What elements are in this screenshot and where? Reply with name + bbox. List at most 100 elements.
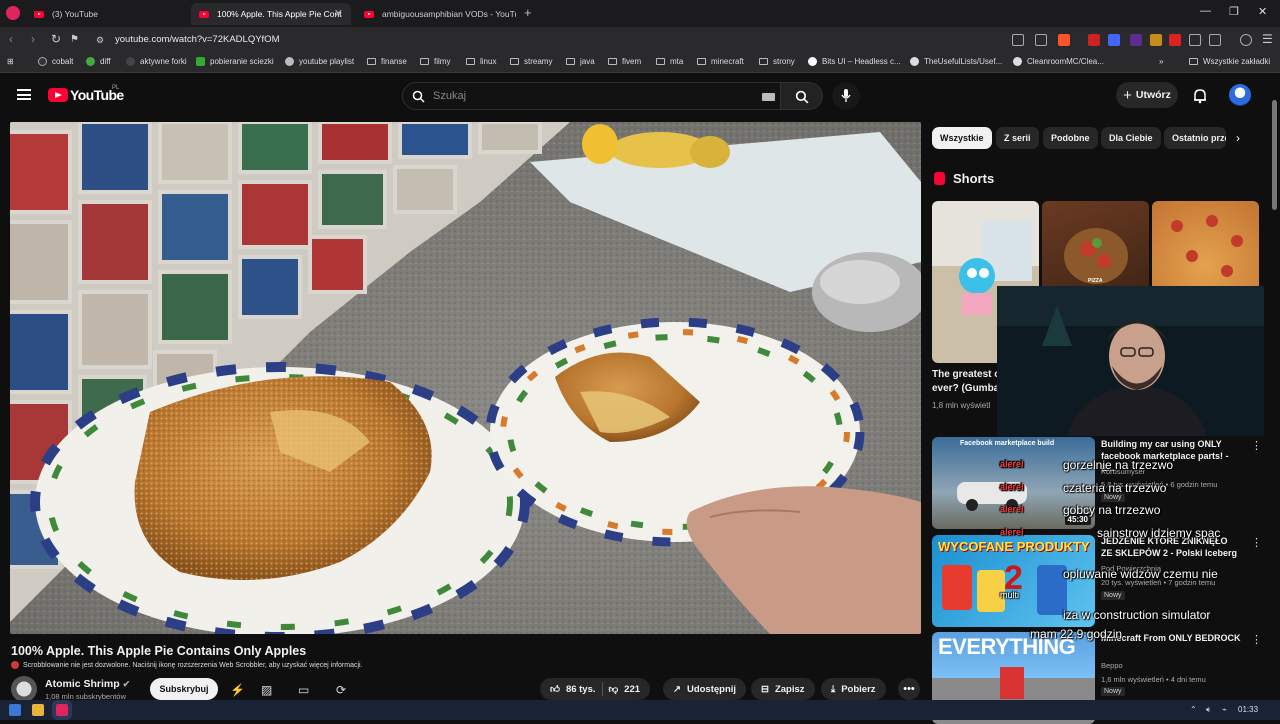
bookmark-cobalt[interactable]: cobalt [38, 57, 73, 66]
keyboard-icon[interactable] [762, 93, 775, 101]
extension-blue-icon[interactable] [1108, 34, 1120, 46]
bookmarks-bar: ⊞ cobalt diff aktywne forki pobieranie s… [0, 53, 1280, 73]
account-avatar[interactable] [1229, 84, 1251, 106]
close-window-button[interactable]: ✕ [1258, 5, 1267, 18]
youtube-logo-icon[interactable] [48, 88, 68, 102]
save-button[interactable]: ⊟ Zapisz [751, 678, 815, 700]
bookmark-folder-strony[interactable]: strony [759, 57, 795, 66]
webcam-overlay [997, 286, 1264, 436]
apps-grid-icon[interactable]: ⊞ [7, 57, 14, 66]
short-title[interactable]: The greatest c ever? (Gumba [932, 368, 1002, 396]
video-player[interactable] [10, 122, 921, 634]
bookmark-aktywne-forki[interactable]: aktywne forki [126, 57, 187, 66]
url-field[interactable]: youtube.com/watch?v=72KADLQYfOM [115, 34, 279, 45]
chip-all[interactable]: Wszystkie [932, 127, 992, 149]
bookmark-folder-streamy[interactable]: streamy [510, 57, 552, 66]
windows-start-icon[interactable] [9, 704, 21, 716]
forward-icon[interactable]: › [31, 32, 35, 46]
menu-icon[interactable]: ☰ [1262, 32, 1273, 46]
restore-button[interactable]: ❐ [1229, 5, 1239, 18]
bookmark-folder-java[interactable]: java [566, 57, 595, 66]
verified-icon: ✔ [122, 679, 131, 689]
browser-taskbar-icon[interactable] [56, 704, 68, 716]
chip-from-series[interactable]: Z serii [996, 127, 1039, 149]
address-bar: ‹ › ↻ ⚑ ⚙ youtube.com/watch?v=72KADLQYfO… [0, 27, 1280, 53]
extension-purple-icon[interactable] [1130, 34, 1142, 46]
chip-for-you[interactable]: Dla Ciebie [1101, 127, 1161, 149]
bookmark-diff[interactable]: diff [86, 57, 111, 66]
bookmark-folder-linux[interactable]: linux [466, 57, 496, 66]
like-count[interactable]: 86 tys. [566, 684, 596, 695]
channel-avatar[interactable] [11, 676, 37, 702]
bookmark-label: minecraft [711, 57, 744, 66]
extensions-puzzle-icon[interactable] [1189, 34, 1201, 46]
recommendation-menu-icon[interactable]: ⋮ [1251, 633, 1262, 646]
image-extension-icon[interactable]: ▨ [261, 684, 275, 696]
notifications-bell-icon[interactable] [1192, 88, 1208, 104]
bookmark-folder-filmy[interactable]: filmy [420, 57, 450, 66]
media-icon[interactable] [1240, 34, 1252, 46]
dislike-count[interactable]: 221 [624, 684, 640, 695]
more-actions-button[interactable]: ••• [898, 678, 920, 700]
screen-icon[interactable] [1012, 34, 1024, 46]
bookmark-folder-minecraft[interactable]: minecraft [697, 57, 744, 66]
bookmarks-overflow-button[interactable]: » [1159, 57, 1163, 66]
extension-orange-icon[interactable] [1150, 34, 1162, 46]
share-button[interactable]: ↗ Udostępnij [663, 678, 747, 700]
browser-logo-icon[interactable] [6, 6, 20, 20]
download-button[interactable]: ⤓ Pobierz [821, 678, 886, 700]
recommendation-channel[interactable]: Beppo [1101, 660, 1261, 671]
miniplayer-extension-icon[interactable]: ▭ [298, 684, 312, 696]
brave-shield-icon[interactable] [1058, 34, 1070, 46]
lightning-extension-icon[interactable]: ⚡ [230, 684, 245, 696]
channel-name[interactable]: Atomic Shrimp ✔ [45, 678, 130, 690]
bookmark-icon[interactable]: ⚑ [70, 34, 79, 45]
bookmark-folder-finanse[interactable]: finanse [367, 57, 407, 66]
like-dislike-group: 👍︎ 86 tys. 👎︎ 221 [540, 678, 651, 700]
back-icon[interactable]: ‹ [9, 32, 13, 46]
new-tab-button[interactable]: + [524, 5, 532, 20]
search-box [402, 82, 781, 110]
bookmark-folder-fivem[interactable]: fivem [608, 57, 641, 66]
recommendation-menu-icon[interactable]: ⋮ [1251, 536, 1262, 549]
minimize-button[interactable]: — [1200, 5, 1211, 17]
share-icon[interactable] [1035, 34, 1047, 46]
thumbs-down-icon[interactable]: 👎︎ [609, 683, 619, 695]
site-info-icon[interactable]: ⚙ [96, 35, 104, 46]
page-scrollbar[interactable] [1272, 100, 1277, 210]
sidebar-toggle-icon[interactable] [1209, 34, 1221, 46]
recommendation-menu-icon[interactable]: ⋮ [1251, 439, 1262, 452]
network-icon[interactable]: ⌁ [1222, 705, 1227, 714]
loop-extension-icon[interactable]: ⟳ [336, 684, 350, 696]
subscribe-button[interactable]: Subskrybuj [150, 678, 218, 700]
bookmark-cleanroom[interactable]: CleanroomMC/Clea... [1013, 57, 1104, 66]
tab-vods[interactable]: ambiguousamphibian VODs - YouTu [356, 3, 516, 25]
short-views: 1,8 mln wyświetl [932, 401, 991, 410]
bookmark-folder-mta[interactable]: mta [656, 57, 683, 66]
tab-youtube-home[interactable]: (3) YouTube [26, 3, 190, 25]
chip-similar[interactable]: Podobne [1043, 127, 1098, 149]
volume-icon[interactable]: 🔉︎ [1206, 705, 1211, 715]
tray-time[interactable]: 01:33 [1238, 705, 1258, 714]
file-explorer-icon[interactable] [32, 704, 44, 716]
extension-red-icon[interactable] [1088, 34, 1100, 46]
reload-icon[interactable]: ↻ [51, 32, 61, 46]
bookmark-usefullists[interactable]: TheUsefulLists/Usef... [910, 57, 1002, 66]
chip-recently-uploaded[interactable]: Ostatnio przesłane [1164, 127, 1226, 149]
create-button[interactable]: + Utwórz [1116, 82, 1178, 108]
bookmark-pobieranie[interactable]: pobieranie sciezki [196, 57, 274, 66]
chips-next-icon[interactable]: › [1236, 131, 1240, 145]
search-input[interactable] [433, 88, 733, 104]
search-button[interactable] [781, 82, 823, 110]
bookmark-bits-ui[interactable]: Bits UI – Headless c... [808, 57, 901, 66]
bookmark-all-bookmarks[interactable]: Wszystkie zakładki [1189, 57, 1270, 66]
tray-chevron-icon[interactable]: ⌃ [1190, 705, 1197, 714]
voice-search-button[interactable] [832, 82, 860, 110]
bookmark-youtube-playlist[interactable]: youtube playlist [285, 57, 354, 66]
extension-pen-icon[interactable] [1169, 34, 1181, 46]
tab-close-icon[interactable]: ✕ [334, 7, 343, 20]
thumbs-up-icon[interactable]: 👍︎ [550, 683, 560, 695]
tab-current-video[interactable]: 100% Apple. This Apple Pie Cont ✕ [191, 3, 351, 25]
hamburger-menu-icon[interactable] [17, 89, 31, 100]
youtube-masthead: YouTube PL + Utwórz [0, 73, 1280, 119]
